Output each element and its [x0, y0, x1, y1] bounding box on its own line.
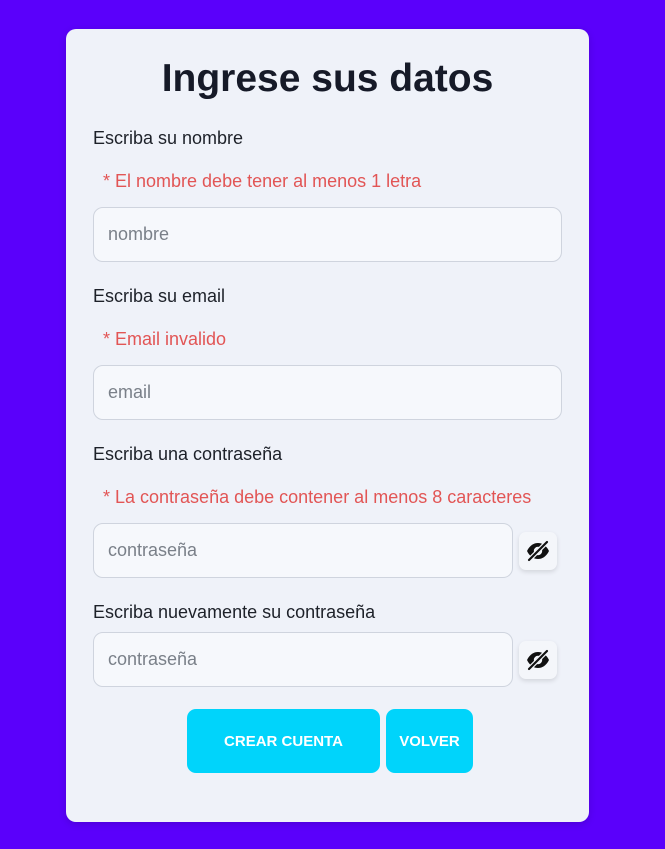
- back-button[interactable]: VOLVER: [386, 709, 473, 773]
- password-error: * La contraseña debe contener al menos 8…: [103, 487, 532, 507]
- name-input[interactable]: [93, 207, 562, 262]
- name-label: Escriba su nombre: [93, 128, 244, 148]
- eye-slash-icon: [527, 649, 549, 671]
- email-error: * Email invalido: [103, 329, 227, 349]
- page-title: Ingrese sus datos: [161, 57, 494, 100]
- password-confirm-visibility-toggle[interactable]: [519, 641, 557, 679]
- name-error: * El nombre debe tener al menos 1 letra: [103, 171, 422, 191]
- email-label: Escriba su email: [93, 286, 226, 306]
- register-card: Ingrese sus datos Escriba su nombre * El…: [66, 29, 589, 822]
- password-label: Escriba una contraseña: [93, 444, 283, 464]
- password-input[interactable]: [93, 523, 513, 578]
- password-confirm-input[interactable]: [93, 632, 513, 687]
- password-confirm-label: Escriba nuevamente su contraseña: [93, 602, 376, 622]
- eye-slash-icon: [527, 540, 549, 562]
- password-visibility-toggle[interactable]: [519, 532, 557, 570]
- create-account-button[interactable]: CREAR CUENTA: [187, 709, 380, 773]
- email-input[interactable]: [93, 365, 562, 420]
